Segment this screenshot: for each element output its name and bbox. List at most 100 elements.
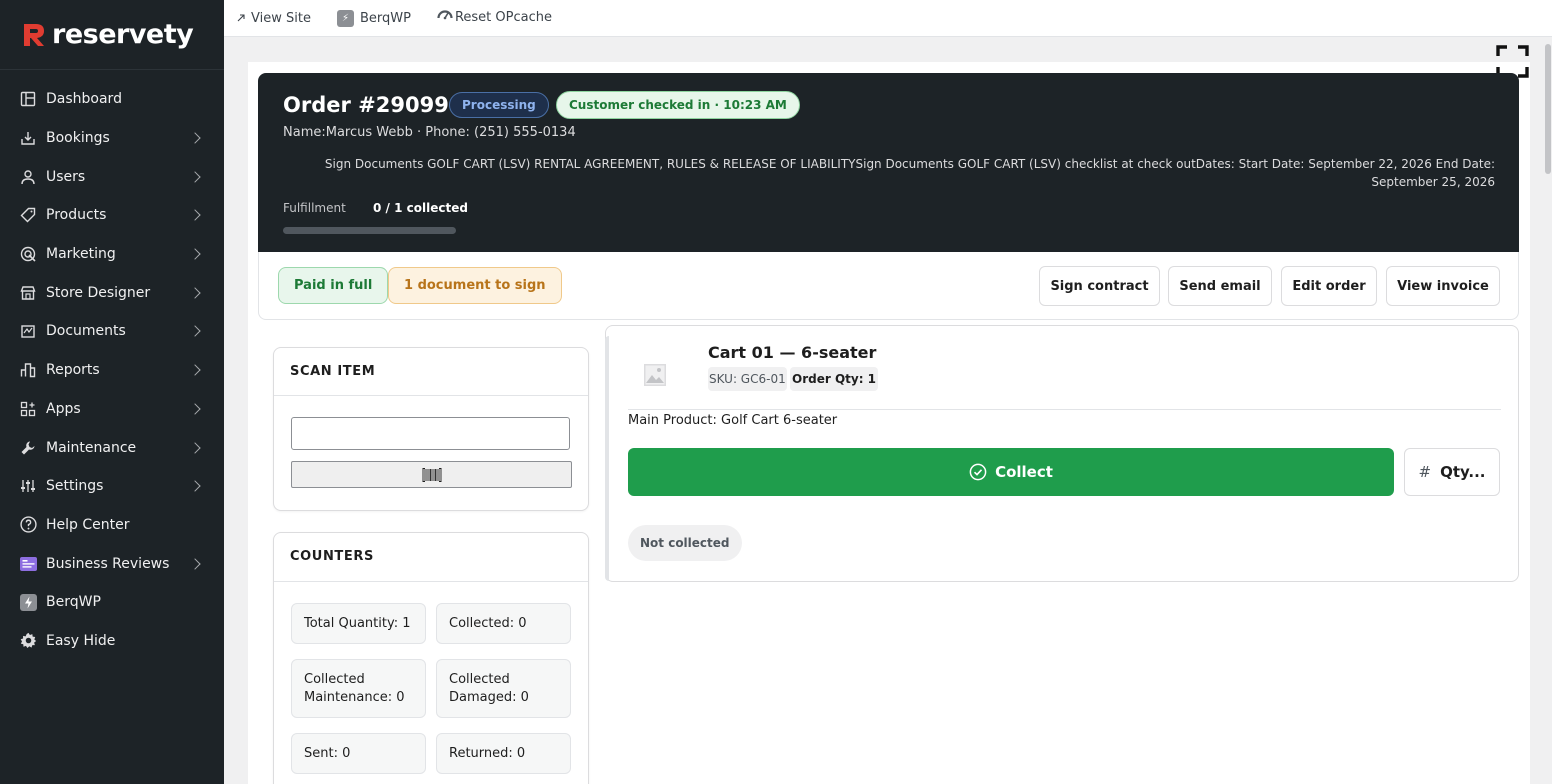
qty-button[interactable]: # Qty...: [1404, 448, 1500, 496]
chevron-right-icon: [189, 209, 201, 222]
sidebar-item-marketing[interactable]: Marketing: [0, 235, 224, 274]
reports-icon: [19, 361, 37, 379]
sidebar-item-maintenance[interactable]: Maintenance: [0, 428, 224, 467]
sign-contract-button[interactable]: Sign contract: [1039, 266, 1160, 306]
sidebar-item-settings[interactable]: Settings: [0, 467, 224, 506]
collect-label: Collect: [995, 463, 1053, 481]
product-name: Cart 01 — 6-seater: [708, 343, 877, 362]
image-placeholder-icon: [644, 364, 666, 386]
card-divider: [274, 581, 588, 582]
bookings-icon: [19, 129, 37, 147]
chevron-right-icon: [189, 403, 201, 415]
admin-topbar: View Site ⚡ BerqWP Reset OPcache: [224, 0, 1552, 37]
counter-total-quantity: Total Quantity: 1: [291, 603, 426, 644]
sidebar-item-help-center[interactable]: Help Center: [0, 506, 224, 545]
barcode-icon: [422, 467, 441, 482]
sidebar-item-products[interactable]: Products: [0, 196, 224, 235]
berqwp-toolbar-link[interactable]: ⚡ BerqWP: [336, 9, 411, 27]
order-status-badge: Processing: [449, 92, 549, 118]
page-scrollbar-thumb[interactable]: [1545, 44, 1551, 174]
checkin-badge: Customer checked in · 10:23 AM: [556, 91, 800, 119]
sidebar-item-label: Easy Hide: [46, 632, 116, 649]
customer-info: Name:Marcus Webb · Phone: (251) 555-0134: [283, 125, 576, 140]
send-email-button[interactable]: Send email: [1168, 266, 1272, 306]
collect-button[interactable]: Collect: [628, 448, 1394, 496]
reset-opcache-link[interactable]: Reset OPcache: [437, 10, 552, 25]
sidebar-item-berqwp[interactable]: BerqWP: [0, 583, 224, 622]
help-icon: [19, 516, 37, 534]
product-divider: [628, 409, 1501, 410]
main-product-label: Main Product: Golf Cart 6-seater: [628, 413, 838, 428]
sidebar-item-apps[interactable]: Apps: [0, 390, 224, 429]
order-title: Order #29099: [283, 93, 449, 117]
view-site-label: View Site: [251, 10, 311, 26]
brand-logo[interactable]: reservety: [0, 0, 224, 70]
counters-title: COUNTERS: [290, 549, 374, 564]
fulfillment-value: 0 / 1 collected: [373, 201, 468, 215]
sidebar-item-label: Bookings: [46, 130, 110, 147]
documents-dates-info: Sign Documents GOLF CART (LSV) RENTAL AG…: [324, 157, 1495, 189]
paid-status-pill: Paid in full: [278, 267, 389, 304]
sidebar-item-easy-hide[interactable]: Easy Hide: [0, 622, 224, 661]
external-link-icon: [237, 14, 245, 22]
chevron-right-icon: [189, 132, 201, 144]
check-circle-icon: [969, 463, 987, 481]
tag-icon: [19, 206, 37, 224]
berqwp-icon: [19, 593, 37, 611]
fulfillment-label: Fulfillment: [283, 201, 346, 215]
wrench-icon: [19, 439, 37, 457]
scan-input[interactable]: [291, 417, 570, 450]
sidebar-item-users[interactable]: Users: [0, 157, 224, 196]
documents-to-sign-pill[interactable]: 1 document to sign: [388, 267, 562, 304]
counter-sent: Sent: 0: [291, 733, 426, 774]
hash-icon: #: [1418, 463, 1432, 481]
chevron-right-icon: [189, 248, 201, 260]
sidebar-item-documents[interactable]: Documents: [0, 312, 224, 351]
sidebar-item-label: Apps: [46, 400, 81, 417]
view-invoice-button[interactable]: View invoice: [1386, 266, 1500, 306]
sidebar-item-label: Settings: [46, 478, 104, 495]
berqwp-toolbar-icon: ⚡: [336, 9, 354, 27]
scan-button[interactable]: [291, 461, 572, 488]
counter-collected-maintenance: Collected Maintenance: 0: [291, 659, 426, 718]
edit-order-button[interactable]: Edit order: [1281, 266, 1377, 306]
counters-card: COUNTERS Total Quantity: 1 Collected: 0 …: [273, 532, 589, 784]
brand-name: reservety: [52, 19, 194, 50]
user-icon: [19, 168, 37, 186]
sidebar-item-label: Business Reviews: [46, 555, 170, 572]
sidebar-item-label: Store Designer: [46, 284, 151, 301]
fulfillment-progress-bar: [283, 227, 456, 234]
gear-icon: [19, 632, 37, 650]
chevron-right-icon: [189, 557, 201, 570]
sidebar-item-label: Maintenance: [46, 439, 137, 456]
store-icon: [19, 284, 37, 302]
sidebar-item-reports[interactable]: Reports: [0, 351, 224, 390]
apps-icon: [19, 400, 37, 418]
view-site-link[interactable]: View Site: [237, 11, 311, 26]
sidebar: reservety Dashboard Bookings Users Produ…: [0, 0, 224, 784]
dashboard-icon: [19, 90, 37, 108]
sidebar-item-label: Marketing: [46, 246, 116, 263]
qty-label: Qty...: [1440, 463, 1486, 481]
sliders-icon: [19, 477, 37, 495]
reset-opcache-label: Reset OPcache: [454, 9, 552, 25]
chevron-right-icon: [189, 287, 201, 299]
chevron-right-icon: [189, 325, 201, 338]
sidebar-item-label: Dashboard: [46, 91, 122, 108]
scan-item-card: SCAN ITEM: [273, 347, 589, 511]
sidebar-item-business-reviews[interactable]: Business Reviews: [0, 544, 224, 583]
product-card: Cart 01 — 6-seater SKU: GC6-01 Order Qty…: [605, 325, 1519, 582]
card-divider: [274, 395, 588, 396]
sidebar-item-label: BerqWP: [46, 594, 101, 611]
chevron-right-icon: [189, 441, 201, 454]
chevron-right-icon: [189, 364, 201, 376]
order-header: Order #29099 Processing Customer checked…: [258, 73, 1519, 252]
sidebar-item-store-designer[interactable]: Store Designer: [0, 273, 224, 312]
marketing-icon: [19, 245, 37, 263]
sidebar-item-bookings[interactable]: Bookings: [0, 119, 224, 158]
collection-status-chip: Not collected: [628, 525, 742, 561]
sidebar-item-dashboard[interactable]: Dashboard: [0, 80, 224, 119]
order-action-bar: Paid in full 1 document to sign Sign con…: [258, 252, 1519, 320]
scan-item-title: SCAN ITEM: [290, 364, 376, 379]
counter-collected: Collected: 0: [436, 603, 571, 644]
